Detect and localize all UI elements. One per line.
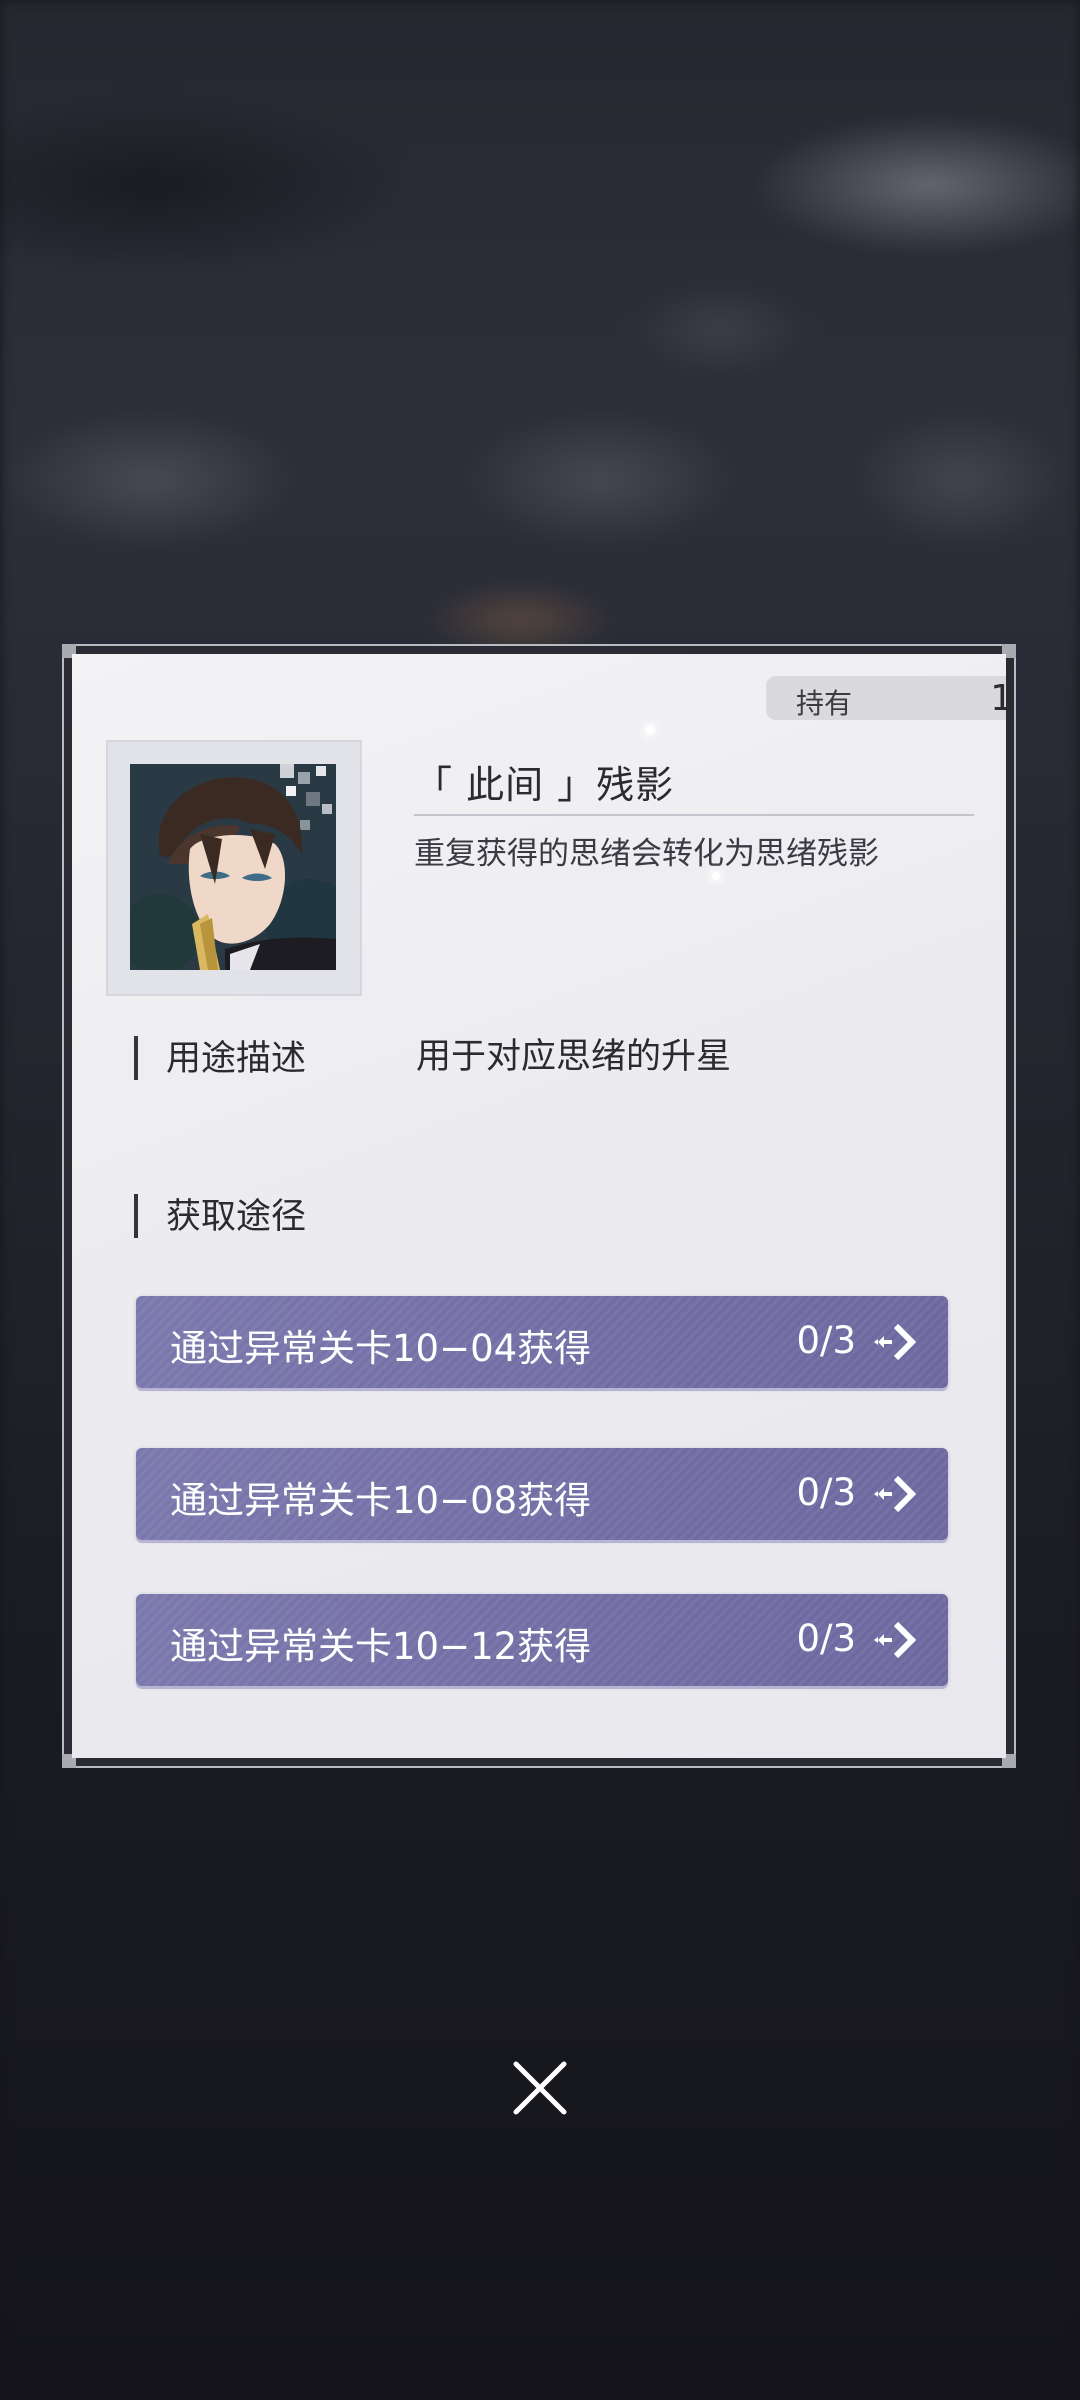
- held-label: 持有: [796, 687, 853, 720]
- usage-description: 用于对应思绪的升星: [416, 1037, 732, 1077]
- close-icon: [506, 2061, 574, 2126]
- sparkle-decoration: [646, 726, 654, 734]
- held-count: 16: [990, 678, 1006, 719]
- item-title: 「 此间 」残影: [414, 763, 675, 807]
- route-progress: 0/3: [796, 1617, 856, 1660]
- route-label: 通过异常关卡10−12获得: [170, 1625, 592, 1668]
- item-portrait: [130, 764, 336, 970]
- acquire-heading: 获取途径: [166, 1197, 307, 1237]
- item-portrait-frame: [106, 740, 362, 996]
- acquire-route-button[interactable]: 通过异常关卡10−04获得 0/3: [136, 1296, 948, 1388]
- item-detail-modal: 持有 16: [62, 644, 1016, 1768]
- usage-heading: 用途描述: [166, 1039, 307, 1079]
- route-progress: 0/3: [796, 1319, 856, 1362]
- route-label: 通过异常关卡10−08获得: [170, 1479, 592, 1522]
- route-progress: 0/3: [796, 1471, 856, 1514]
- section-marker: [134, 1036, 138, 1080]
- route-label: 通过异常关卡10−04获得: [170, 1327, 592, 1370]
- modal-panel: 持有 16: [72, 654, 1006, 1758]
- close-button[interactable]: [506, 2054, 574, 2122]
- sparkle-arrow-icon: [872, 1472, 920, 1516]
- title-divider: [414, 814, 974, 816]
- sparkle-decoration: [712, 872, 720, 880]
- sparkle-arrow-icon: [872, 1320, 920, 1364]
- acquire-route-button[interactable]: 通过异常关卡10−08获得 0/3: [136, 1448, 948, 1540]
- item-description: 重复获得的思绪会转化为思绪残影: [414, 836, 879, 872]
- acquire-route-button[interactable]: 通过异常关卡10−12获得 0/3: [136, 1594, 948, 1686]
- section-marker: [134, 1194, 138, 1238]
- held-count-badge: 持有 16: [766, 676, 1006, 720]
- sparkle-arrow-icon: [872, 1618, 920, 1662]
